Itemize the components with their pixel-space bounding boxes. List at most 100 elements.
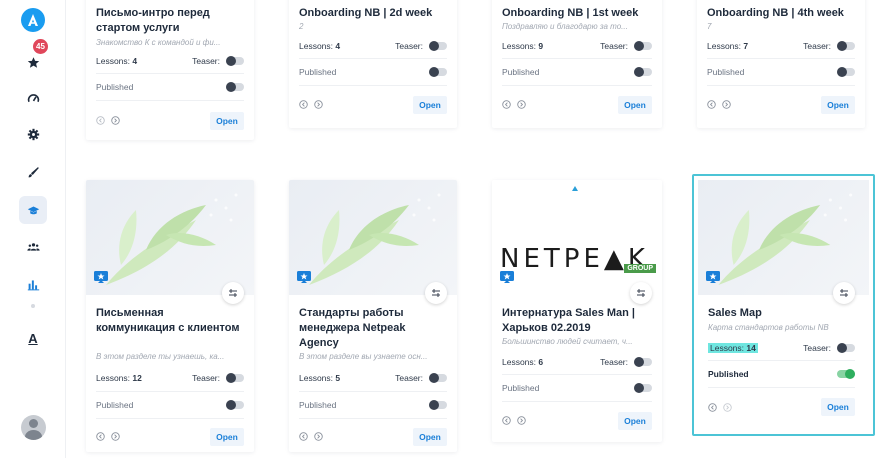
user-avatar[interactable] bbox=[21, 415, 46, 440]
lessons-row: Lessons: 4 Teaser: bbox=[299, 39, 447, 53]
course-card[interactable]: Письменная коммуникация с клиентом В это… bbox=[86, 180, 254, 452]
course-subtitle: 7 bbox=[707, 22, 712, 31]
sidebar-item-settings[interactable] bbox=[19, 120, 47, 148]
arrow-right-circle-icon[interactable] bbox=[111, 432, 120, 441]
course-card[interactable]: Onboarding NB | 1st week Поздравляю и бл… bbox=[492, 0, 662, 128]
open-button[interactable]: Open bbox=[413, 428, 447, 446]
arrow-right-circle-icon[interactable] bbox=[111, 116, 120, 125]
published-label: Published bbox=[96, 82, 134, 92]
published-toggle[interactable] bbox=[429, 67, 447, 77]
sidebar-item-favorites[interactable]: 45 bbox=[19, 39, 48, 76]
published-toggle[interactable] bbox=[634, 383, 652, 393]
divider bbox=[299, 58, 447, 59]
lessons-count: Lessons: 5 bbox=[299, 373, 341, 383]
course-card-selected[interactable]: Sales Map Карта стандартов работы NB Les… bbox=[692, 174, 875, 436]
arrow-right-circle-icon[interactable] bbox=[517, 416, 526, 425]
arrow-left-circle-icon[interactable] bbox=[96, 116, 105, 125]
sidebar-item-design[interactable] bbox=[19, 158, 47, 186]
arrow-left-circle-icon[interactable] bbox=[708, 403, 717, 412]
divider bbox=[96, 100, 244, 101]
sidebar-item-users[interactable] bbox=[19, 232, 47, 260]
teaser-toggle[interactable] bbox=[837, 343, 855, 353]
arrow-left-circle-icon[interactable] bbox=[96, 432, 105, 441]
arrow-left-circle-icon[interactable] bbox=[299, 432, 308, 441]
course-card[interactable]: Стандарты работы менеджера Netpeak Agenc… bbox=[289, 180, 457, 452]
open-button[interactable]: Open bbox=[821, 398, 855, 416]
settings-fab[interactable] bbox=[222, 282, 244, 304]
divider bbox=[299, 85, 447, 86]
open-button[interactable]: Open bbox=[413, 96, 447, 114]
arrow-left-circle-icon[interactable] bbox=[299, 100, 308, 109]
sliders-icon bbox=[432, 289, 440, 297]
lessons-row: Lessons: 9 Teaser: bbox=[502, 39, 652, 53]
lessons-row: Lessons: 14 Teaser: bbox=[708, 341, 855, 355]
teaser-control: Teaser: bbox=[803, 41, 855, 51]
course-title: Onboarding NB | 4th week bbox=[707, 7, 844, 19]
settings-fab[interactable] bbox=[833, 282, 855, 304]
arrow-left-circle-icon[interactable] bbox=[707, 100, 716, 109]
arrow-left-circle-icon[interactable] bbox=[502, 100, 511, 109]
arrow-right-circle-icon[interactable] bbox=[314, 100, 323, 109]
course-title: Интернатура Sales Man | Харьков 02.2019 bbox=[502, 307, 635, 334]
course-card[interactable]: NETPE▲K GROUP Интернатура Sales Man | Ха… bbox=[492, 180, 662, 442]
brush-icon bbox=[28, 166, 39, 177]
teaser-control: Teaser: bbox=[395, 41, 447, 51]
published-row: Published bbox=[502, 65, 652, 79]
teaser-toggle[interactable] bbox=[634, 357, 652, 367]
teaser-toggle[interactable] bbox=[226, 56, 244, 66]
course-thumbnail bbox=[86, 180, 254, 295]
teaser-toggle[interactable] bbox=[429, 373, 447, 383]
sidebar-item-dashboard[interactable] bbox=[19, 84, 47, 112]
arrow-left-circle-icon[interactable] bbox=[502, 416, 511, 425]
sidebar-item-courses[interactable] bbox=[19, 196, 47, 224]
course-title: Письмо-интро перед стартом услуги bbox=[96, 7, 210, 34]
teaser-toggle[interactable] bbox=[634, 41, 652, 51]
netpeak-group-label: GROUP bbox=[624, 264, 656, 273]
published-label: Published bbox=[299, 400, 337, 410]
settings-fab[interactable] bbox=[425, 282, 447, 304]
app-logo[interactable] bbox=[21, 8, 45, 32]
lessons-count: Lessons: 4 bbox=[299, 41, 341, 51]
arrow-right-circle-icon[interactable] bbox=[517, 100, 526, 109]
arrow-right-circle-icon[interactable] bbox=[723, 403, 732, 412]
sidebar-item-analytics[interactable] bbox=[19, 270, 47, 298]
course-card[interactable]: Onboarding NB | 2d week 2 Lessons: 4 Tea… bbox=[289, 0, 457, 128]
course-type-icon bbox=[706, 271, 720, 283]
leaves-illustration bbox=[718, 193, 853, 285]
sidebar: 45 A bbox=[0, 0, 66, 458]
settings-fab[interactable] bbox=[630, 282, 652, 304]
open-button[interactable]: Open bbox=[210, 112, 244, 130]
teaser-control: Teaser: bbox=[600, 357, 652, 367]
course-card[interactable]: Onboarding NB | 4th week 7 Lessons: 7 Te… bbox=[697, 0, 865, 128]
open-button[interactable]: Open bbox=[618, 412, 652, 430]
published-toggle[interactable] bbox=[429, 400, 447, 410]
teaser-toggle[interactable] bbox=[837, 41, 855, 51]
graduation-cap-icon bbox=[27, 205, 39, 214]
typography-icon: A bbox=[28, 330, 38, 346]
open-button[interactable]: Open bbox=[618, 96, 652, 114]
lessons-count: Lessons: 4 bbox=[96, 56, 138, 66]
arrow-right-circle-icon[interactable] bbox=[722, 100, 731, 109]
published-toggle[interactable] bbox=[634, 67, 652, 77]
course-card[interactable]: Письмо-интро перед стартом услуги Знаком… bbox=[86, 0, 254, 140]
bar-chart-icon bbox=[27, 279, 39, 290]
card-actions bbox=[708, 403, 732, 412]
card-actions bbox=[96, 432, 120, 441]
card-actions bbox=[96, 116, 120, 125]
teaser-toggle[interactable] bbox=[226, 373, 244, 383]
open-button[interactable]: Open bbox=[210, 428, 244, 446]
sliders-icon bbox=[637, 289, 645, 297]
open-button[interactable]: Open bbox=[821, 96, 855, 114]
published-row: Published bbox=[96, 398, 244, 412]
published-toggle[interactable] bbox=[837, 67, 855, 77]
published-toggle[interactable] bbox=[226, 82, 244, 92]
published-label: Published bbox=[708, 369, 749, 379]
teaser-control: Teaser: bbox=[395, 373, 447, 383]
published-toggle[interactable] bbox=[226, 400, 244, 410]
arrow-right-circle-icon[interactable] bbox=[314, 432, 323, 441]
published-row: Published bbox=[502, 381, 652, 395]
sidebar-item-typography[interactable]: A bbox=[19, 324, 47, 352]
teaser-toggle[interactable] bbox=[429, 41, 447, 51]
published-toggle[interactable] bbox=[837, 369, 855, 379]
teaser-control: Teaser: bbox=[803, 343, 855, 353]
